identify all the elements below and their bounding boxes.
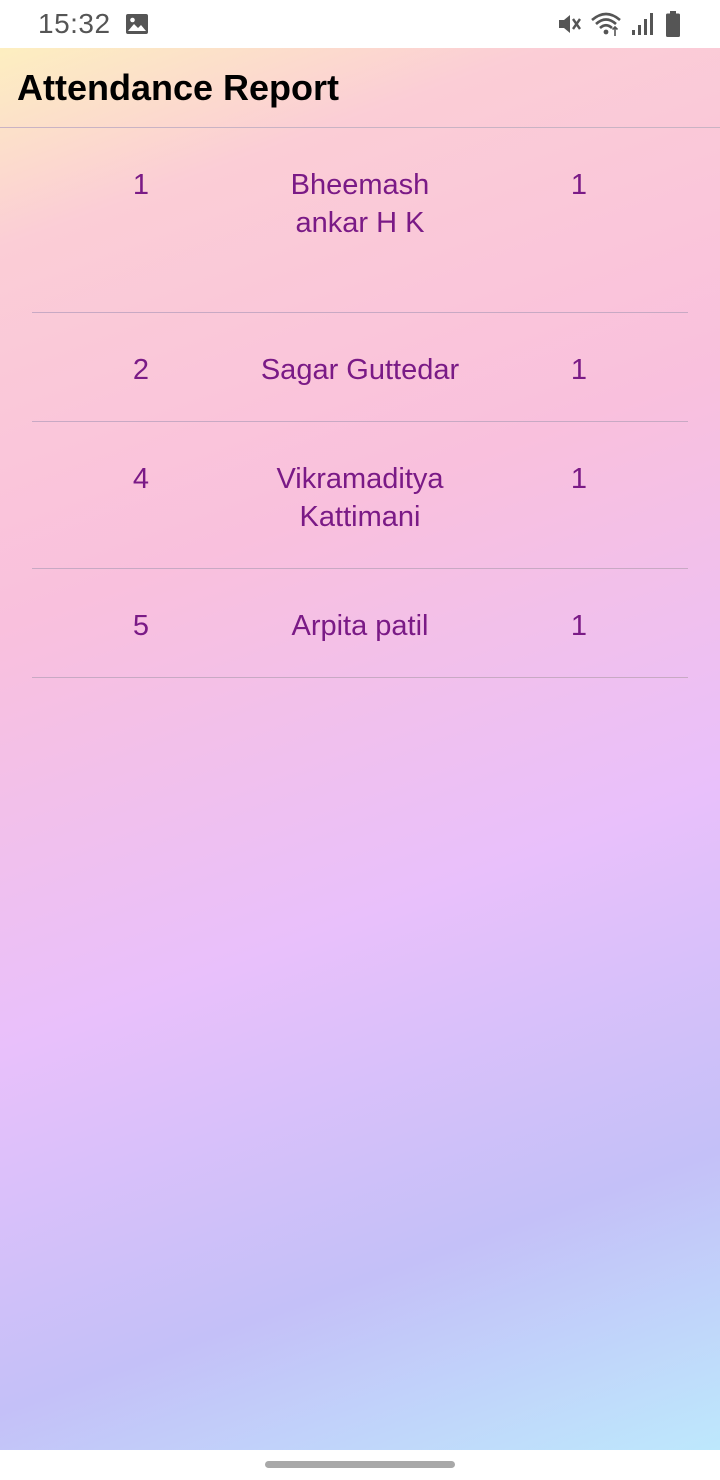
student-id: 5 [132,610,150,642]
table-row[interactable]: 4 Vikramaditya Kattimani 1 [32,422,688,569]
app-bar: Attendance Report [0,48,720,128]
battery-icon [664,10,682,38]
status-bar: 15:32 [0,0,720,48]
attendance-count: 1 [570,354,588,386]
student-id: 4 [132,463,150,495]
status-right [556,10,682,38]
wifi-icon [590,11,622,37]
attendance-count: 1 [570,610,588,642]
attendance-count: 1 [570,463,588,495]
table-row[interactable]: 1 Bheemashankar H K 1 [32,128,688,313]
student-name: Vikramaditya Kattimani [276,463,444,533]
signal-icon [630,11,656,37]
attendance-list[interactable]: 1 Bheemashankar H K 1 2 Sagar Guttedar 1… [0,128,720,678]
page-title: Attendance Report [17,66,340,108]
attendance-count: 1 [570,169,588,201]
navigation-bar [0,1450,720,1480]
student-id: 2 [132,354,150,386]
app-screen: Attendance Report 1 Bheemashankar H K 1 … [0,48,720,1450]
status-left: 15:32 [38,8,149,40]
student-name: Bheemashankar H K [290,169,430,239]
student-name: Arpita patil [291,610,429,642]
mute-icon [556,11,582,37]
student-id: 1 [132,169,150,201]
student-name: Sagar Guttedar [260,354,460,386]
table-row[interactable]: 2 Sagar Guttedar 1 [32,313,688,422]
image-icon [125,13,149,35]
home-gesture-handle[interactable] [265,1461,455,1468]
table-row[interactable]: 5 Arpita patil 1 [32,569,688,678]
status-time: 15:32 [38,8,111,39]
